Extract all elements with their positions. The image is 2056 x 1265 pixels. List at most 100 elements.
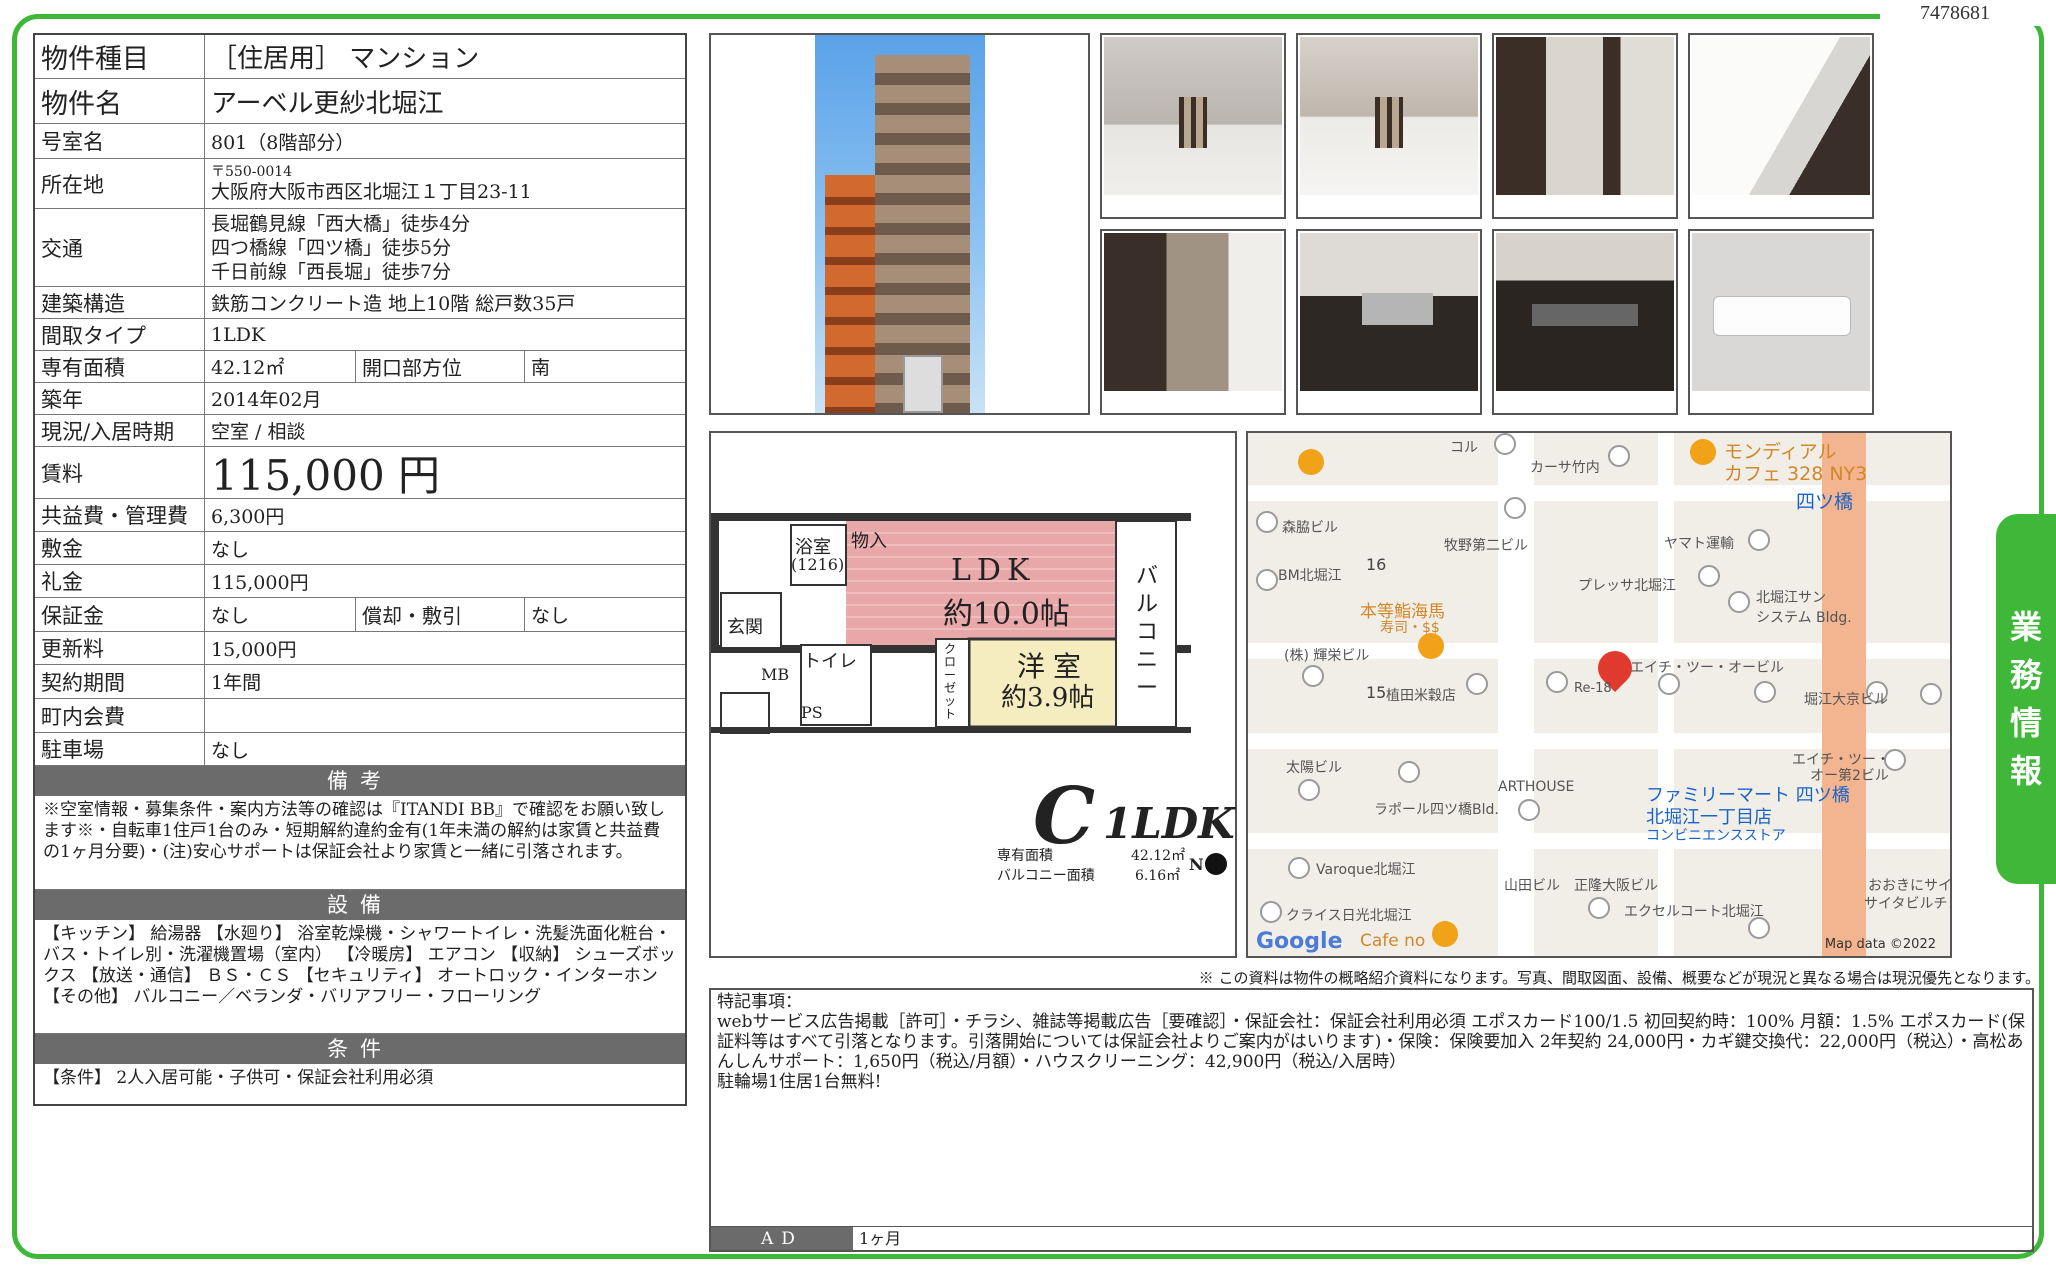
room-value: 801（8階部分） [211, 131, 355, 154]
row-name: 物件名 アーベル更紗北堀江 [35, 79, 685, 124]
map-label: クライス日光北堀江 [1286, 908, 1412, 924]
map-label: 北堀江サン [1756, 590, 1826, 606]
row-built: 築年 2014年02月 [35, 383, 685, 415]
reikin-value: 115,000円 [211, 571, 309, 594]
parking-value: なし [211, 739, 250, 762]
status-label: 現況/入居時期 [35, 415, 205, 446]
row-structure: 建築構造 鉄筋コンクリート造 地上10階 総戸数35戸 [35, 287, 685, 319]
structure-label: 建築構造 [35, 287, 205, 318]
map-label: 正隆大阪ビル [1574, 878, 1658, 894]
room-photo-thumbnail[interactable] [1296, 33, 1482, 219]
row-rent: 賃料 115,000 円 [35, 447, 685, 500]
row-renewal: 更新料 15,000円 [35, 632, 685, 665]
amort-value: なし [531, 605, 570, 627]
map-pin-icon[interactable] [1588, 897, 1610, 919]
renewal-value: 15,000円 [211, 638, 297, 661]
map-pin-icon[interactable] [1494, 433, 1516, 455]
plan-area-label: 専有面積 [997, 848, 1053, 864]
map-label: 牧野第二ビル [1444, 538, 1528, 554]
room-photo-thumbnail[interactable] [1100, 229, 1286, 415]
layout-label: 間取タイプ [35, 319, 205, 350]
room-photo-thumbnail[interactable] [1296, 229, 1482, 415]
special-notes-box: 特記事項： webサービス広告掲載［許可］・チラシ、雑誌等掲載広告［要確認］・保… [709, 988, 2034, 1252]
deposit-label: 保証金 [35, 598, 205, 631]
area-label: 専有面積 [35, 351, 205, 382]
storage-label: 物入 [851, 531, 887, 552]
amort-label: 償却・敷引 [355, 598, 525, 631]
map-pin-icon[interactable] [1698, 565, 1720, 587]
map-pin-icon[interactable] [1608, 445, 1630, 467]
location-map[interactable]: コル カーサ竹内 モンディアル カフェ 328 NY3 四ツ橋 森脇ビル 牧野第… [1246, 431, 1952, 958]
document-id: 7478681 [1920, 2, 1990, 24]
map-pin-icon[interactable] [1302, 665, 1324, 687]
map-label: コンビニエンスストア [1646, 828, 1786, 844]
room-photo-thumbnail[interactable] [1100, 33, 1286, 219]
map-label: Cafe no [1360, 931, 1426, 951]
map-label-station: 四ツ橋 [1796, 491, 1854, 513]
special-notes-text: webサービス広告掲載［許可］・チラシ、雑誌等掲載広告［要確認］・保証会社：保証… [717, 1012, 2026, 1072]
side-tab-business-info[interactable]: 業 務 情 報 [1996, 514, 2056, 884]
map-label: 森脇ビル [1282, 520, 1338, 536]
map-pin-icon[interactable] [1256, 511, 1278, 533]
row-type: 物件種目 ［住居用］ マンション [35, 35, 685, 79]
town-label: 町内会費 [35, 699, 205, 732]
building-exterior-photo[interactable] [709, 33, 1090, 415]
mb-label: MB [761, 665, 790, 684]
plan-type-name: 1LDK [1103, 799, 1235, 848]
map-pin-icon[interactable] [1288, 857, 1310, 879]
google-logo: Google [1256, 929, 1343, 954]
map-label: コル [1450, 440, 1478, 456]
direction-label: 開口部方位 [355, 351, 525, 382]
map-pin-icon[interactable] [1546, 671, 1568, 693]
room-photo-thumbnail[interactable] [1492, 229, 1678, 415]
address-zip: 〒550-0014 [211, 163, 293, 180]
room-label: 号室名 [35, 124, 205, 158]
special-notes-text-2: 駐輪場1住居1台無料! [717, 1072, 882, 1092]
map-pin-icon[interactable] [1298, 779, 1320, 801]
cafe-pin-icon[interactable] [1432, 921, 1458, 947]
map-pin-icon[interactable] [1920, 683, 1942, 705]
map-pin-icon[interactable] [1504, 497, 1526, 519]
renewal-label: 更新料 [35, 632, 205, 664]
row-address: 所在地 〒550-0014 大阪府大阪市西区北堀江１丁目23-11 [35, 159, 685, 209]
room-photo [1300, 233, 1478, 391]
row-area: 専有面積 42.12㎡ 開口部方位 南 [35, 351, 685, 383]
map-pin-icon[interactable] [1260, 901, 1282, 923]
access-item: 四つ橋線「四ツ橋」徒歩5分 [211, 236, 452, 259]
map-pin-icon[interactable] [1466, 673, 1488, 695]
remarks-text: ※空室情報・募集条件・案内方法等の確認は『ITANDI BB』で確認をお願い致し… [35, 796, 685, 890]
cafe-pin-icon[interactable] [1690, 439, 1716, 465]
map-label: サイタビルチン [1864, 896, 1952, 912]
map-pin-icon[interactable] [1518, 799, 1540, 821]
closet-label: クローゼット [944, 642, 957, 721]
town-value [205, 699, 685, 732]
room-photo [1496, 37, 1674, 195]
room-photo-thumbnail[interactable] [1492, 33, 1678, 219]
map-label: エイチ・ツー・オービル [1630, 660, 1784, 676]
map-label: 16 [1366, 555, 1387, 574]
address-value-cell: 〒550-0014 大阪府大阪市西区北堀江１丁目23-11 [205, 159, 685, 208]
map-label: 山田ビル [1504, 878, 1560, 894]
shikikin-value: なし [211, 538, 250, 561]
shikikin-label: 敷金 [35, 532, 205, 564]
building-image [814, 35, 985, 413]
map-pin-icon[interactable] [1256, 569, 1278, 591]
floor-plan[interactable]: LDK 約10.0帖 洋室 約3.9帖 浴室 (1216) 物入 玄関 トイレ … [709, 431, 1237, 958]
map-pin-icon[interactable] [1398, 761, 1420, 783]
room-photo-thumbnail[interactable] [1688, 229, 1874, 415]
row-room: 号室名 801（8階部分） [35, 124, 685, 159]
room-photo-thumbnail[interactable] [1688, 33, 1874, 219]
special-notes-heading: 特記事項： [717, 992, 802, 1012]
type-label: 物件種目 [35, 35, 205, 78]
restaurant-pin-icon[interactable] [1298, 449, 1324, 475]
toilet-label: トイレ [803, 651, 857, 672]
plan-balcony-label: バルコニー面積 [997, 868, 1095, 884]
map-pin-icon[interactable] [1748, 529, 1770, 551]
conditions-text: 【条件】 2人入居可能・子供可・保証会社利用必須 [43, 1068, 434, 1088]
fee-value: 6,300円 [211, 505, 285, 528]
map-pin-icon[interactable] [1754, 681, 1776, 703]
map-pin-icon[interactable] [1728, 591, 1750, 613]
map-data-attribution[interactable]: Map data ©2022 [1825, 937, 1936, 952]
map-label: システム Bldg. [1756, 610, 1852, 626]
access-item: 千日前線「西長堀」徒歩7分 [211, 260, 452, 283]
